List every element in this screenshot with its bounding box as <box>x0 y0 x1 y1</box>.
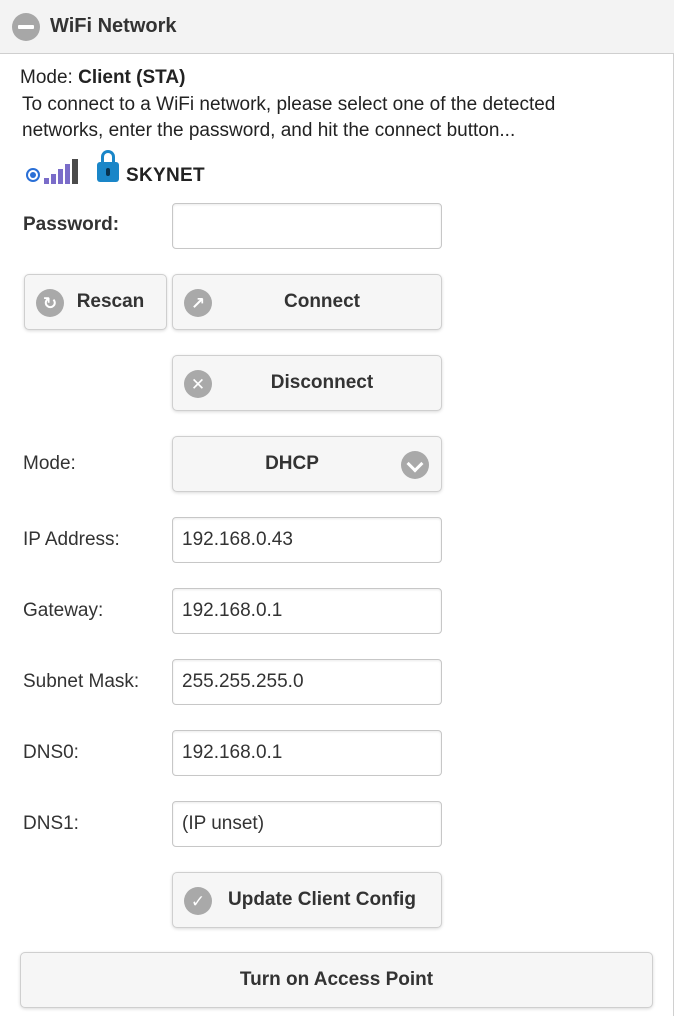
password-input[interactable] <box>172 203 442 249</box>
ip-mode-value: DHCP <box>265 453 319 474</box>
refresh-icon: ↻ <box>36 289 64 317</box>
rescan-button[interactable]: ↻ Rescan <box>24 274 167 330</box>
dns0-label: DNS0: <box>23 742 79 763</box>
update-label: Update Client Config <box>228 889 416 910</box>
subnet-mask-label: Subnet Mask: <box>23 671 140 692</box>
dns0-input[interactable] <box>172 730 442 776</box>
ip-mode-label: Mode: <box>23 453 76 474</box>
dns1-label: DNS1: <box>23 813 79 834</box>
collapse-icon[interactable] <box>12 13 40 41</box>
turn-on-access-point-button[interactable]: Turn on Access Point <box>20 952 653 1008</box>
chevron-down-icon <box>401 451 429 479</box>
update-client-config-button[interactable]: ✓ Update Client Config <box>172 872 442 928</box>
ip-address-label: IP Address: <box>23 529 120 550</box>
close-icon: ✕ <box>184 370 212 398</box>
access-point-label: Turn on Access Point <box>239 969 434 990</box>
network-ssid: SKYNET <box>126 165 205 186</box>
signal-strength-icon <box>44 156 84 184</box>
disconnect-button[interactable]: ✕ Disconnect <box>172 355 442 411</box>
connect-button[interactable]: ↗ Connect <box>172 274 442 330</box>
mode-line: Mode: Client (STA) <box>20 67 185 89</box>
lock-icon <box>97 150 119 182</box>
gateway-input[interactable] <box>172 588 442 634</box>
ip-mode-select[interactable]: DHCP <box>172 436 442 492</box>
mode-label: Mode: <box>20 67 73 88</box>
panel-title: WiFi Network <box>50 15 177 37</box>
connect-label: Connect <box>284 291 360 312</box>
subnet-mask-input[interactable] <box>172 659 442 705</box>
share-icon: ↗ <box>184 289 212 317</box>
dns1-input[interactable] <box>172 801 442 847</box>
panel-header[interactable]: WiFi Network <box>0 0 674 54</box>
network-radio[interactable] <box>26 168 40 182</box>
ip-address-input[interactable] <box>172 517 442 563</box>
mode-value: Client (STA) <box>78 67 186 88</box>
password-label: Password: <box>23 214 120 235</box>
instructions-text: To connect to a WiFi network, please sel… <box>22 94 556 141</box>
check-icon: ✓ <box>184 887 212 915</box>
gateway-label: Gateway: <box>23 600 104 621</box>
disconnect-label: Disconnect <box>270 372 374 393</box>
